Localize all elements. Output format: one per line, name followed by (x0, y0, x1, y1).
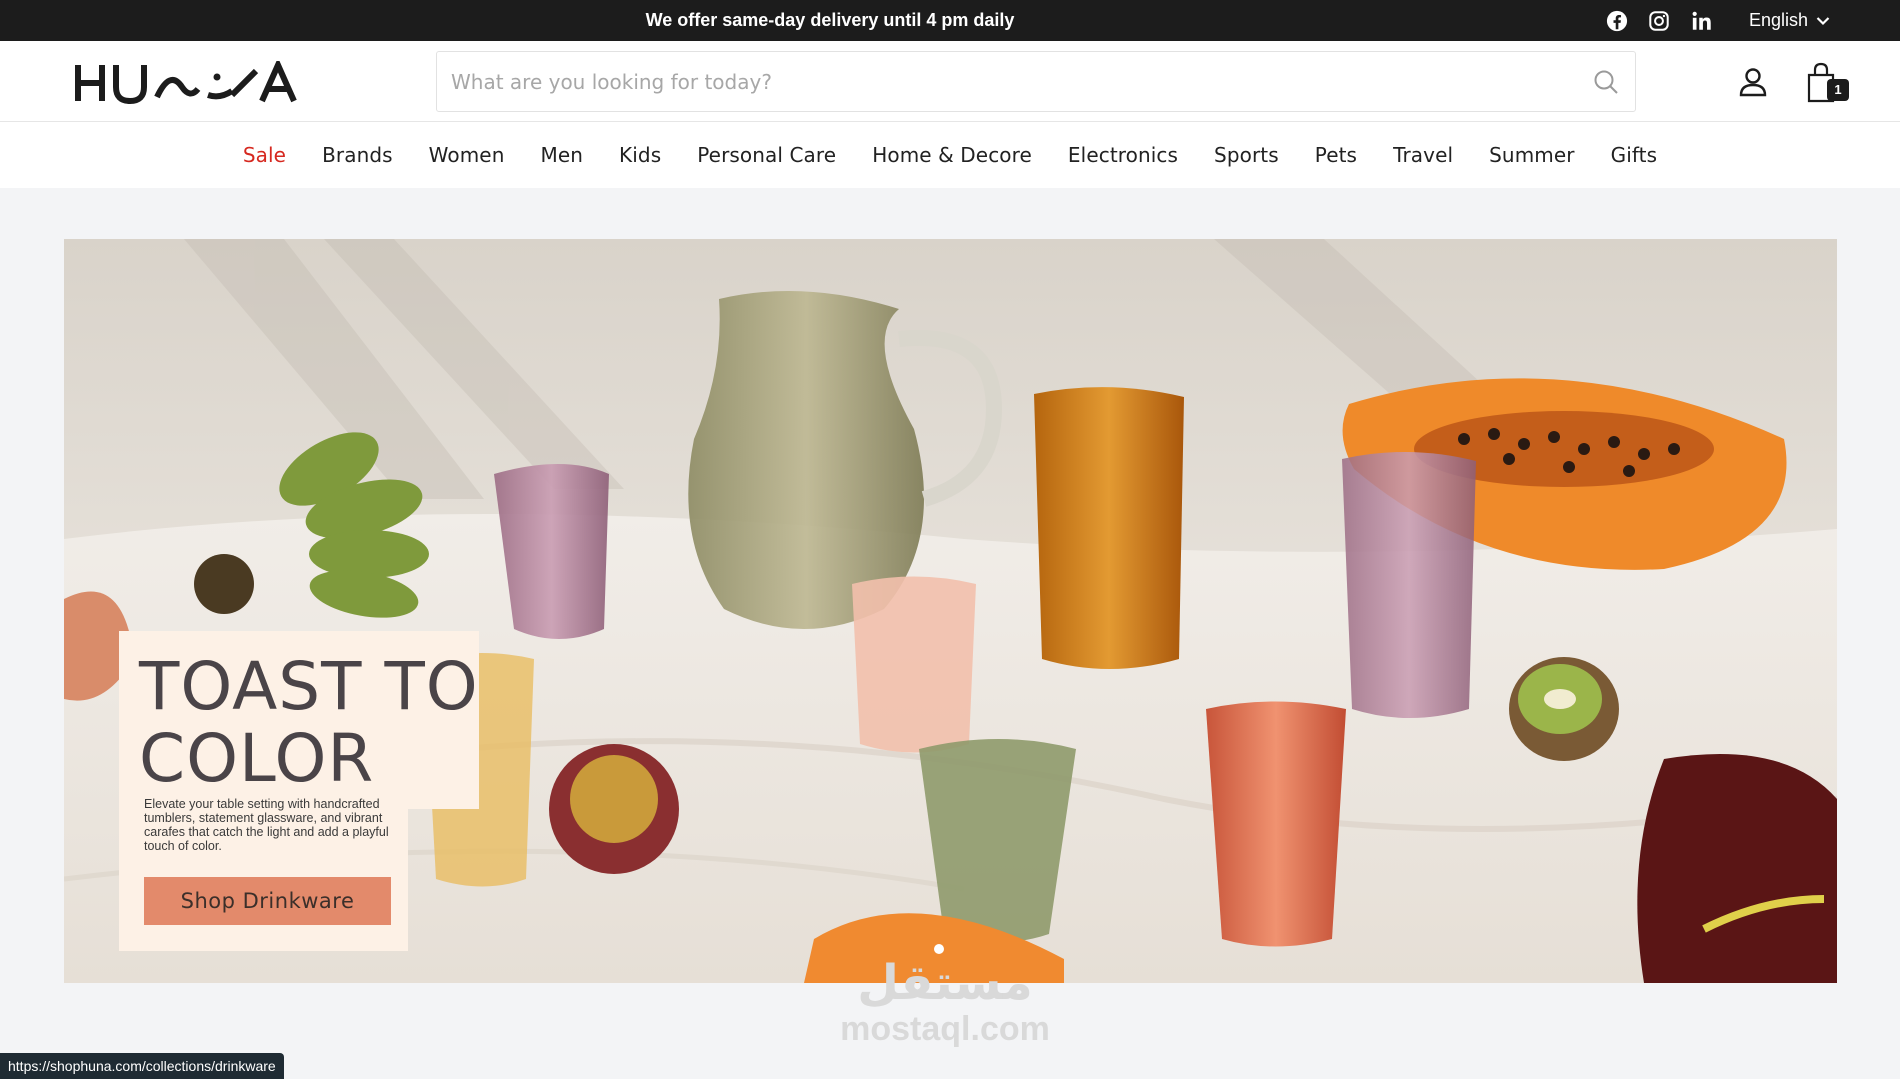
shop-drinkware-button[interactable]: Shop Drinkware (144, 877, 391, 925)
nav-item-sale[interactable]: Sale (243, 143, 286, 167)
status-url: https://shophuna.com/collections/drinkwa… (0, 1053, 284, 1079)
hero-title-line1: TOAST TO (139, 648, 479, 725)
linkedin-icon[interactable] (1691, 10, 1713, 32)
hero-title: TOAST TO COLOR (139, 651, 499, 795)
search-box (436, 51, 1636, 112)
account-icon[interactable] (1738, 66, 1768, 98)
nav-item-sports[interactable]: Sports (1214, 143, 1279, 167)
nav-item-kids[interactable]: Kids (619, 143, 661, 167)
announcement-bar: We offer same-day delivery until 4 pm da… (0, 0, 1900, 41)
main-navigation: Sale Brands Women Men Kids Personal Care… (0, 122, 1900, 188)
cart-count-badge: 1 (1827, 79, 1849, 101)
nav-item-gifts[interactable]: Gifts (1611, 143, 1658, 167)
nav-item-home-decore[interactable]: Home & Decore (872, 143, 1032, 167)
chevron-down-icon (1816, 16, 1830, 25)
search-icon[interactable] (1593, 69, 1619, 95)
watermark-latin: mostaql.com (840, 1010, 1050, 1048)
nav-item-women[interactable]: Women (429, 143, 505, 167)
facebook-icon[interactable] (1606, 10, 1628, 32)
nav-item-men[interactable]: Men (540, 143, 583, 167)
promo-card: TOAST TO COLOR Elevate your table settin… (119, 631, 478, 951)
hero-banner[interactable]: TOAST TO COLOR Elevate your table settin… (64, 239, 1837, 983)
site-header: 1 (0, 41, 1900, 122)
watermark-arabic: مستقل (857, 955, 1033, 1011)
search-input[interactable] (451, 52, 1571, 111)
carousel-dot[interactable] (934, 944, 944, 954)
watermark: مستقل mostaql.com (815, 955, 1075, 1047)
language-selector[interactable]: English (1749, 0, 1830, 41)
nav-item-travel[interactable]: Travel (1393, 143, 1453, 167)
announcement-text: We offer same-day delivery until 4 pm da… (645, 10, 1015, 30)
nav-item-summer[interactable]: Summer (1489, 143, 1574, 167)
cart-button[interactable]: 1 (1805, 61, 1851, 105)
language-label: English (1749, 10, 1809, 30)
nav-item-pets[interactable]: Pets (1315, 143, 1357, 167)
nav-item-electronics[interactable]: Electronics (1068, 143, 1178, 167)
hero-description: Elevate your table setting with handcraf… (144, 797, 389, 853)
nav-item-brands[interactable]: Brands (322, 143, 393, 167)
huna-logo[interactable] (74, 57, 302, 105)
nav-item-personal-care[interactable]: Personal Care (697, 143, 836, 167)
hero-title-line2: COLOR (139, 720, 375, 797)
instagram-icon[interactable] (1648, 10, 1670, 32)
